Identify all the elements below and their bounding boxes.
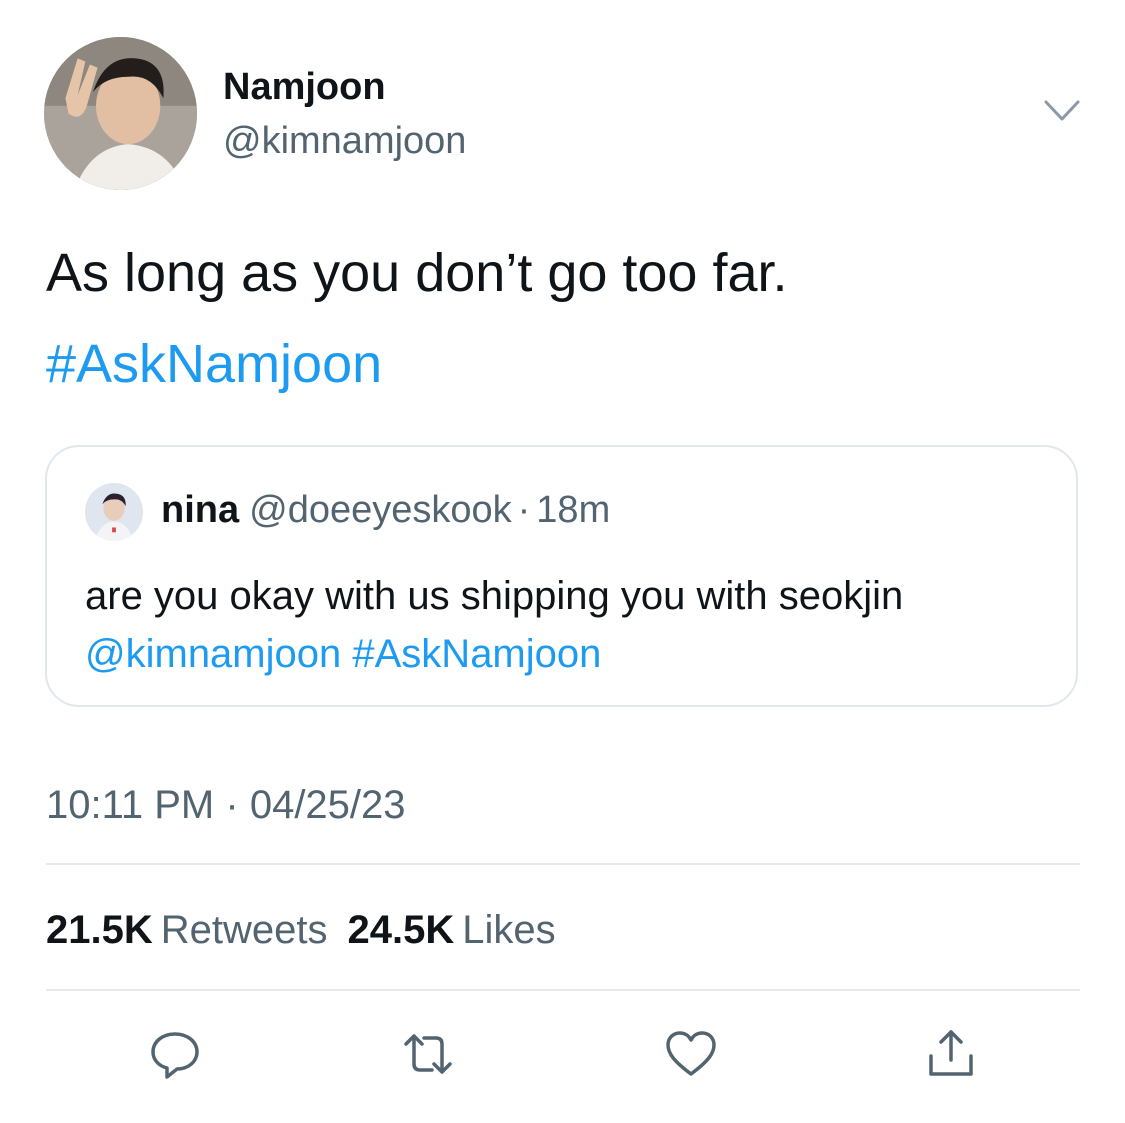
- quoted-tweet-header: nina @doeeyeskook · 18m: [161, 491, 610, 529]
- retweet-icon: [404, 1034, 452, 1074]
- timestamp-separator: ·: [225, 783, 239, 827]
- retweets-count: 21.5K: [46, 908, 153, 952]
- retweets-stat[interactable]: 21.5K Retweets: [46, 908, 348, 952]
- likes-count: 24.5K: [347, 908, 455, 952]
- author-avatar[interactable]: [44, 37, 197, 190]
- tweet-detail: Namjoon @kimnamjoon As long as you don’t…: [0, 0, 1125, 1123]
- quoted-text-body: are you okay with us shipping you with s…: [85, 574, 904, 618]
- retweet-button[interactable]: [398, 1024, 458, 1084]
- quoted-author-handle[interactable]: @doeeyeskook: [249, 489, 512, 531]
- tweet-date: 04/25/23: [249, 783, 406, 827]
- quoted-separator: ·: [517, 489, 531, 531]
- likes-stat[interactable]: 24.5K Likes: [348, 908, 576, 952]
- chevron-down-icon[interactable]: [1043, 98, 1081, 124]
- like-button[interactable]: [661, 1024, 721, 1084]
- likes-label: Likes: [462, 908, 556, 952]
- share-icon: [929, 1030, 973, 1076]
- divider: [46, 989, 1080, 991]
- author-handle[interactable]: @kimnamjoon: [223, 120, 466, 163]
- tweet-text: As long as you don’t go too far.: [46, 243, 788, 303]
- like-icon: [666, 1031, 716, 1076]
- tweet-time: 10:11 PM: [46, 783, 215, 827]
- tweet-timestamp[interactable]: 10:11 PM · 04/25/23: [46, 783, 406, 828]
- quoted-author-avatar: [85, 483, 143, 541]
- retweets-label: Retweets: [160, 908, 328, 952]
- quoted-tweet-card[interactable]: nina @doeeyeskook · 18m are you okay with u…: [45, 445, 1078, 707]
- reply-icon: [151, 1032, 199, 1079]
- author-display-name[interactable]: Namjoon: [223, 66, 386, 109]
- quoted-avatar-photo: [85, 483, 143, 541]
- tweet-hashtag-link[interactable]: #AskNamjoon: [46, 337, 382, 391]
- quoted-mention-link[interactable]: @kimnamjoon: [85, 632, 341, 676]
- avatar-photo: [44, 37, 197, 190]
- engagement-stats: 21.5K Retweets 24.5K Likes: [46, 908, 576, 953]
- reply-button[interactable]: [145, 1024, 205, 1084]
- quoted-tweet-text: are you okay with us shipping you with s…: [85, 567, 1055, 683]
- share-button[interactable]: [921, 1024, 981, 1084]
- quoted-timestamp: 18m: [536, 489, 611, 531]
- quoted-author-name[interactable]: nina: [161, 489, 239, 531]
- quoted-hashtag-link[interactable]: #AskNamjoon: [352, 632, 601, 676]
- divider: [46, 863, 1080, 865]
